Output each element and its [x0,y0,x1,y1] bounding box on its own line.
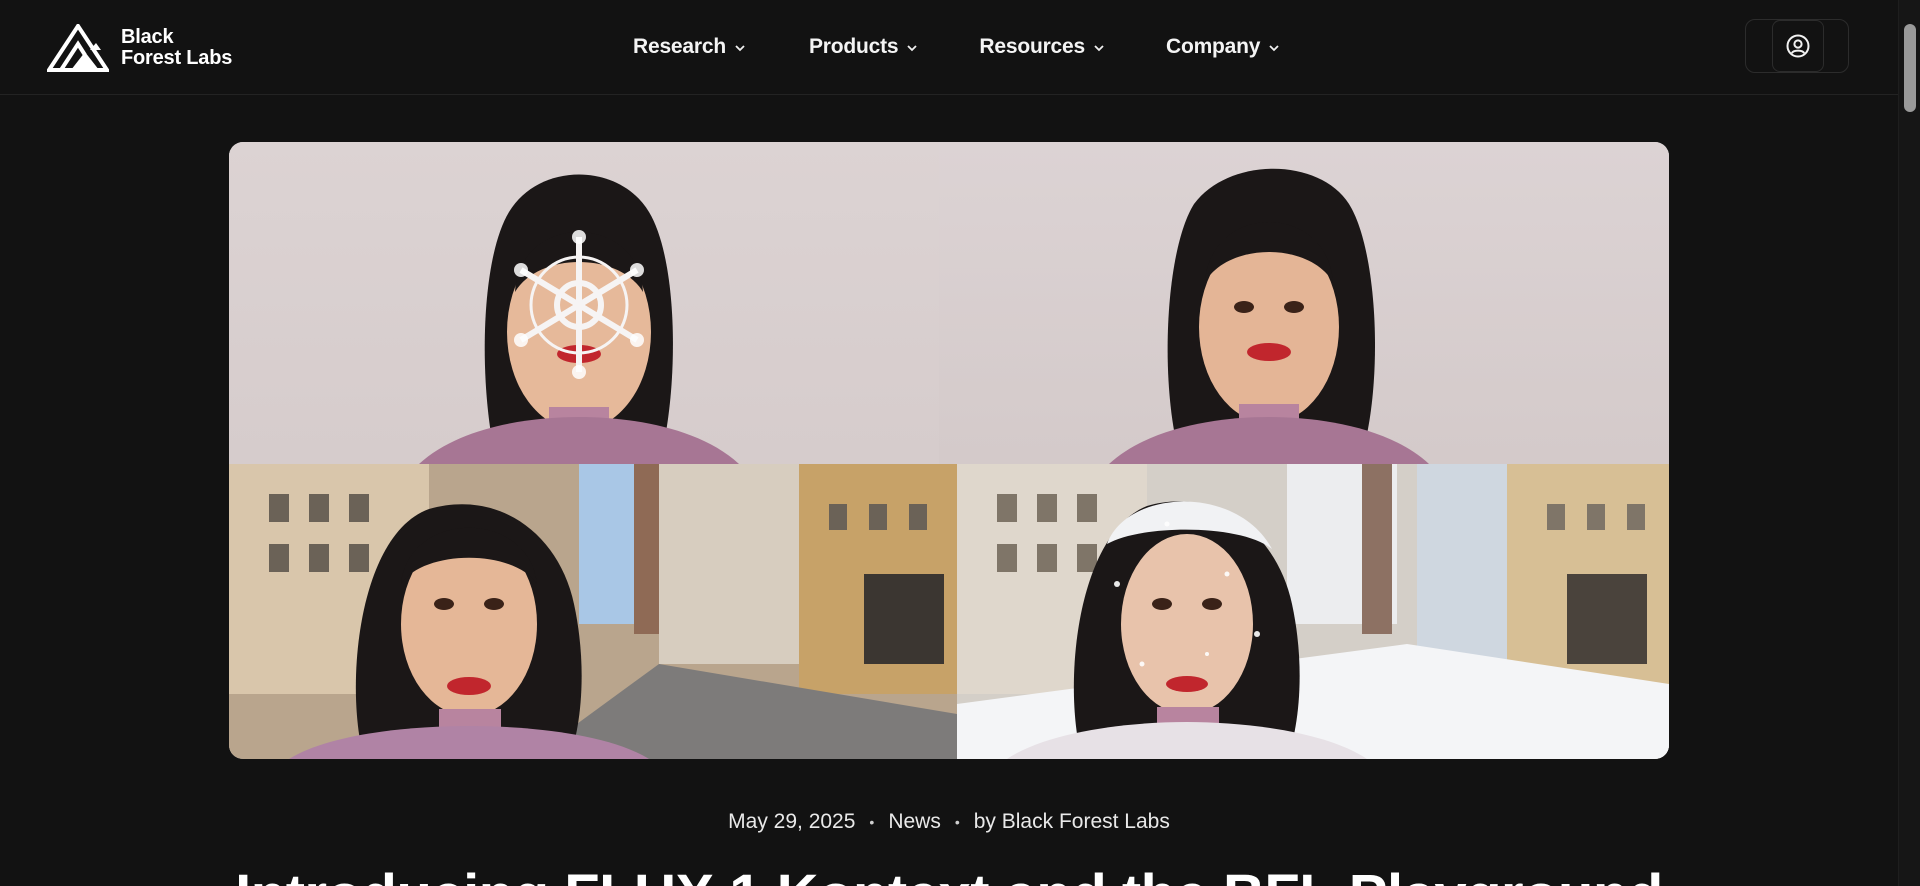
brand-logo-link[interactable]: Black Forest Labs [47,24,232,72]
portrait-snowflake-illustration [419,174,739,464]
hero-panel-snowy-street-portrait [957,464,1669,759]
nav-item-label: Resources [979,35,1085,58]
nav-item-label: Products [808,35,899,58]
account-area [1745,19,1849,73]
snowy-street-portrait-illustration [957,464,1669,759]
chevron-down-icon [907,45,918,52]
nav-item-label: Company [1165,35,1261,58]
chevron-down-icon [1094,45,1104,52]
hero-image [229,142,1669,759]
brand-line-2: Forest Labs [121,47,233,69]
nav-item-research[interactable]: Research [633,33,747,61]
nav-item-label: Research [633,35,726,58]
separator-dot: • [869,814,875,830]
article-title: Introducing FLUX.1 Kontext and the BFL P… [0,862,1898,886]
article-category-link[interactable]: News [888,810,941,834]
hero-panel-face [939,142,1669,464]
scrollbar-thumb[interactable] [1904,24,1916,112]
user-circle-icon [1786,34,1810,58]
separator-dot: • [954,814,960,830]
brand-line-1: Black [121,26,174,48]
triangle-mountain-logo-icon [47,24,109,72]
street-portrait-illustration [229,464,957,759]
brand-name: Black Forest Labs [121,27,232,69]
article-meta: May 29, 2025 • News • by Black Forest La… [0,810,1898,834]
page-scrollbar[interactable] [1898,0,1920,886]
nav-item-resources[interactable]: Resources [979,33,1106,61]
site-header: Black Forest Labs Research Products Reso… [0,0,1898,95]
chevron-down-icon [1269,45,1279,52]
nav-item-products[interactable]: Products [809,33,919,61]
article-date: May 29, 2025 [728,810,856,833]
article-author: by Black Forest Labs [973,810,1170,833]
nav-item-company[interactable]: Company [1166,33,1281,61]
main-nav: Research Products Resources Company [633,33,1341,61]
account-button[interactable] [1772,20,1824,72]
portrait-face-illustration [1109,168,1429,464]
hero-panel-snowflake-face [229,142,939,464]
hero-panel-street-portrait [229,464,957,759]
chevron-down-icon [735,45,745,52]
